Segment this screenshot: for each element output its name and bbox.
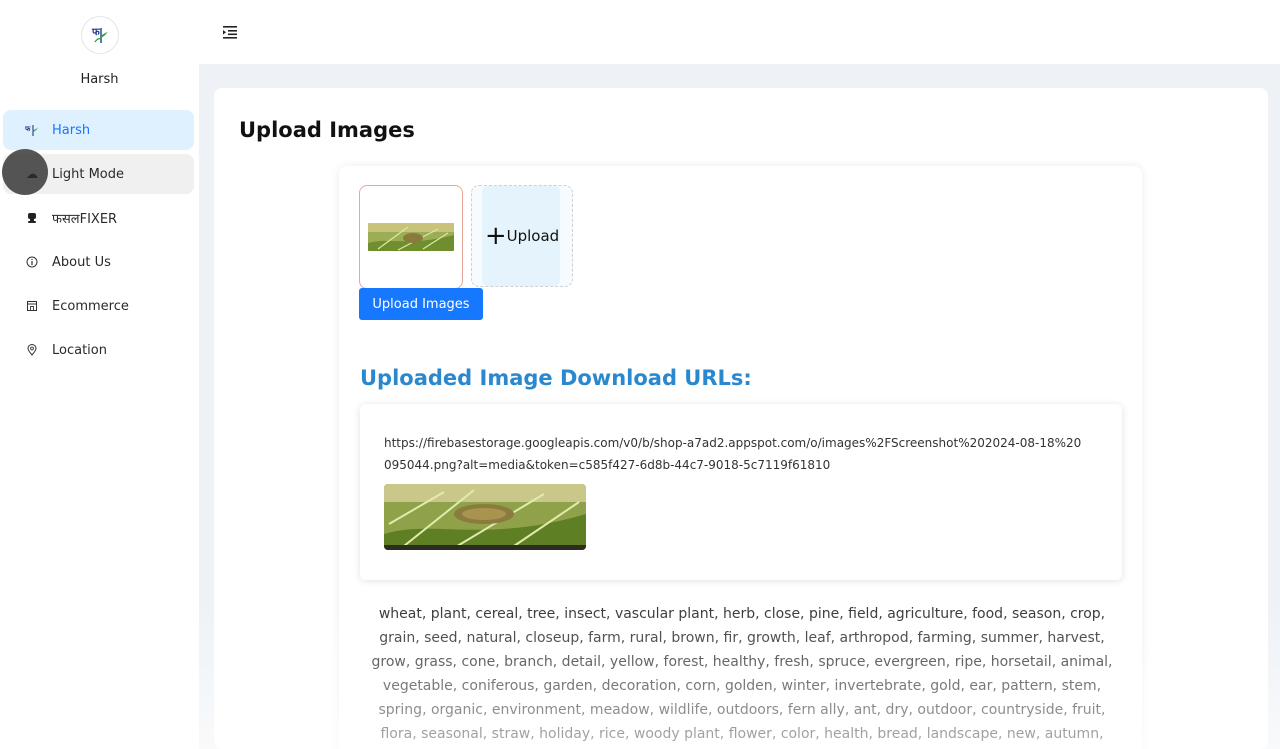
upload-images-button[interactable]: Upload Images <box>359 288 483 320</box>
location-pin-icon <box>25 343 39 357</box>
plus-icon: + <box>484 221 507 251</box>
info-icon <box>25 255 39 269</box>
crop-thumbnail-image <box>368 223 454 251</box>
sidebar-item-label: About Us <box>52 254 111 270</box>
brand-name: Harsh <box>80 72 119 87</box>
brand: फ Harsh <box>0 16 199 87</box>
add-upload-button[interactable]: + Upload <box>471 185 573 287</box>
upload-panel: + Upload Upload Images Uploaded Image Do… <box>339 166 1142 749</box>
download-url[interactable]: https://firebasestorage.googleapis.com/v… <box>384 432 1084 476</box>
upload-label-text: Upload <box>506 227 560 245</box>
upload-label: + Upload <box>485 223 559 249</box>
main-content-card: Upload Images + Upload Upload Images Upl… <box>214 88 1268 749</box>
shop-icon <box>25 299 39 313</box>
url-result-card: https://firebasestorage.googleapis.com/v… <box>360 404 1122 580</box>
sidebar-item-label: Ecommerce <box>52 298 129 314</box>
touch-cursor-indicator <box>2 149 48 195</box>
uploaded-thumbnail[interactable] <box>359 185 463 289</box>
page-title: Upload Images <box>239 118 415 142</box>
sidebar-item-label: Harsh <box>52 122 91 138</box>
sidebar-item-label: Location <box>52 342 107 358</box>
sidebar-item-label: Light Mode <box>52 166 124 182</box>
sidebar-item-location[interactable]: Location <box>3 330 194 370</box>
uploaded-urls-heading: Uploaded Image Download URLs: <box>360 366 752 390</box>
sidebar-item-label: फसलFIXER <box>52 212 118 227</box>
menu-fold-icon[interactable] <box>221 23 239 41</box>
robot-icon <box>25 211 39 225</box>
sidebar-item-fasalfixer[interactable]: फसलFIXER <box>3 198 194 238</box>
sidebar-item-about-us[interactable]: About Us <box>3 242 194 282</box>
top-header <box>199 0 1280 64</box>
leaf-logo-icon: फ <box>25 123 39 137</box>
svg-text:फ: फ <box>25 125 31 133</box>
sidebar: फ Harsh फ Harsh ☁ Light Mode फसलFIXER <box>0 0 199 749</box>
sidebar-item-harsh[interactable]: फ Harsh <box>3 110 194 150</box>
image-tags-text: wheat, plant, cereal, tree, insect, vasc… <box>371 606 1113 742</box>
svg-text:फ: फ <box>91 27 101 38</box>
uploaded-result-image <box>384 484 586 550</box>
sidebar-item-ecommerce[interactable]: Ecommerce <box>3 286 194 326</box>
leaf-logo-icon[interactable]: फ <box>80 16 119 54</box>
